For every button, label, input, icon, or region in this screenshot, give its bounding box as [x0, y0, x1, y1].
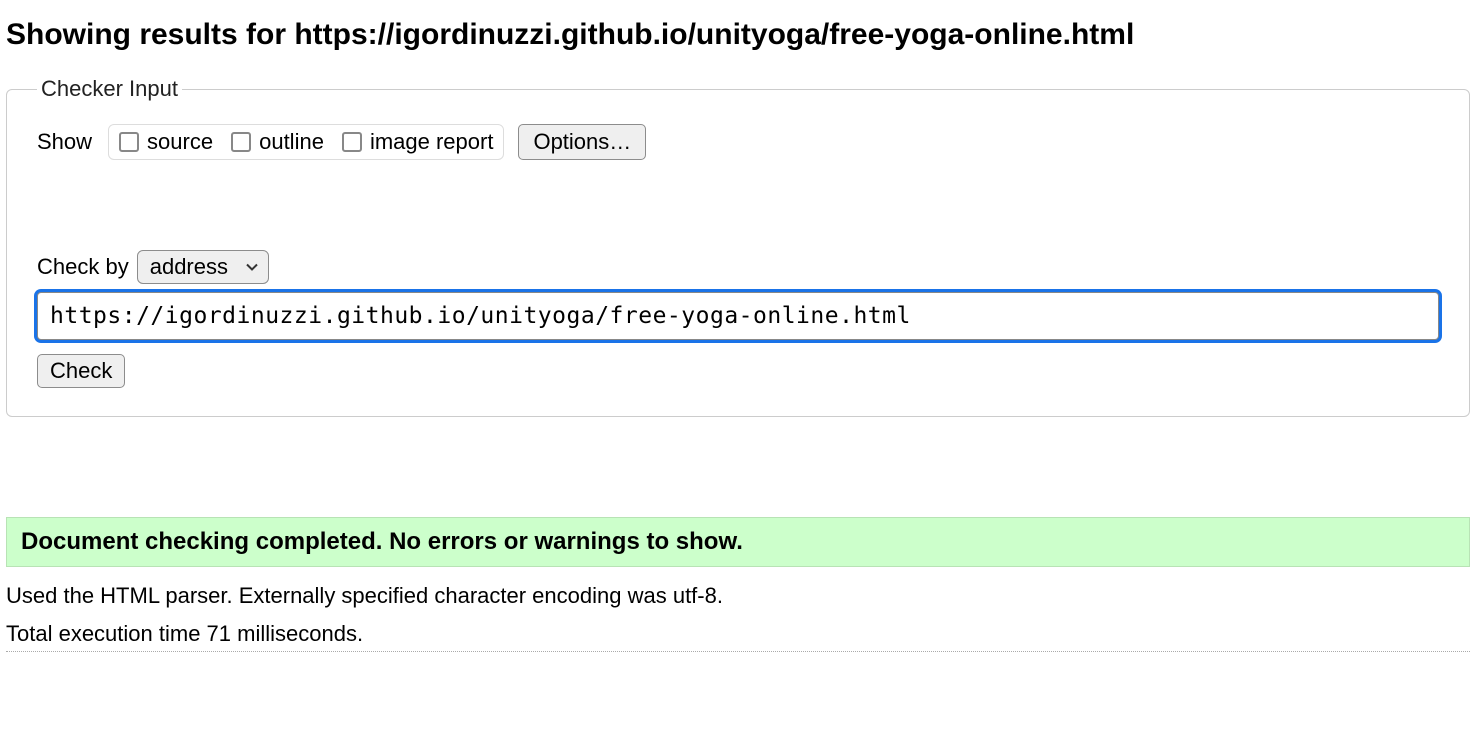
- show-row: Show source outline image report Options…: [37, 124, 1439, 160]
- checkbox-outline-label: outline: [259, 129, 324, 155]
- checkbox-icon: [231, 132, 251, 152]
- check-by-row: Check by address: [37, 250, 1439, 284]
- parser-info: Used the HTML parser. Externally specifi…: [6, 583, 1470, 609]
- page-title: Showing results for https://igordinuzzi.…: [6, 18, 1470, 52]
- show-label: Show: [37, 129, 92, 155]
- checker-input-fieldset: Checker Input Show source outline image …: [6, 76, 1470, 417]
- check-by-select[interactable]: address: [137, 250, 269, 284]
- checkbox-icon: [342, 132, 362, 152]
- url-input[interactable]: [37, 292, 1439, 340]
- divider: [6, 651, 1470, 652]
- checkbox-outline[interactable]: outline: [231, 129, 324, 155]
- checker-input-legend: Checker Input: [37, 76, 182, 102]
- execution-time: Total execution time 71 milliseconds.: [6, 621, 1470, 647]
- check-by-label: Check by: [37, 254, 129, 280]
- checkbox-icon: [119, 132, 139, 152]
- checkbox-source-label: source: [147, 129, 213, 155]
- check-button[interactable]: Check: [37, 354, 125, 388]
- check-by-selected-value: address: [150, 254, 228, 280]
- chevron-down-icon: [246, 261, 258, 273]
- checkbox-image-report-label: image report: [370, 129, 494, 155]
- options-button[interactable]: Options…: [518, 124, 646, 160]
- checkbox-image-report[interactable]: image report: [342, 129, 494, 155]
- show-options-group: source outline image report: [108, 124, 504, 160]
- checkbox-source[interactable]: source: [119, 129, 213, 155]
- success-message: Document checking completed. No errors o…: [6, 517, 1470, 567]
